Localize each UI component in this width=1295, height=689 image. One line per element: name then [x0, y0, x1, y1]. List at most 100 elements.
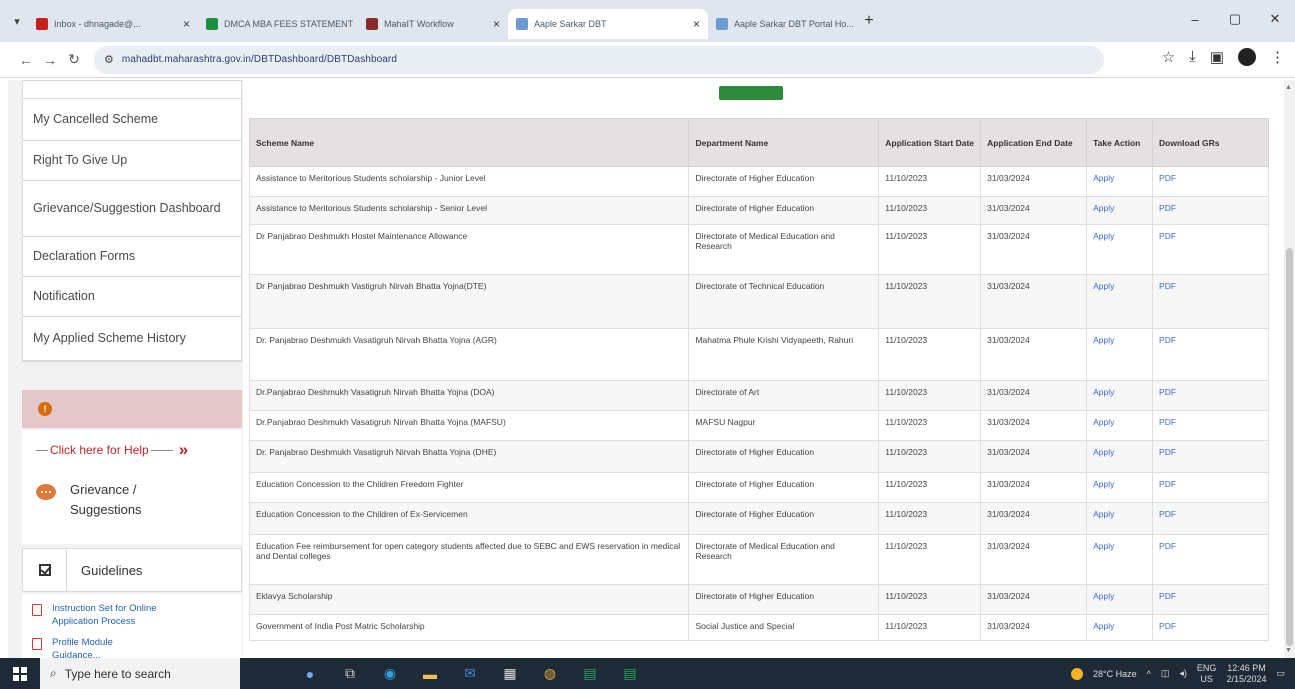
apply-link[interactable]: Apply	[1086, 196, 1154, 225]
page-scrollbar[interactable]: ▲ ▼	[1284, 80, 1295, 658]
url-input[interactable]: ⚙ mahadbt.maharashtra.gov.in/DBTDashboar…	[94, 45, 1104, 74]
store-icon[interactable]: ▦	[492, 661, 528, 687]
chrome-icon[interactable]: ◍	[532, 661, 568, 687]
start-button[interactable]	[0, 658, 40, 689]
minimize-button[interactable]: –	[1175, 6, 1215, 32]
department-name-cell: Directorate of Higher Education	[688, 472, 880, 503]
close-window-button[interactable]: ✕	[1255, 6, 1295, 32]
sidebar-item[interactable]: Declaration Forms	[23, 237, 241, 277]
start-date-cell: 11/10/2023	[878, 410, 982, 441]
browser-tab[interactable]: Aaple Sarkar DBT Portal Ho...×	[708, 9, 858, 39]
scrollbar-thumb[interactable]	[1286, 248, 1293, 646]
scheme-name-cell: Dr.Panjabrao Deshmukh Vasatigruh Nirvah …	[248, 410, 690, 441]
tab-close-icon[interactable]: ×	[693, 17, 700, 31]
profile-avatar-icon[interactable]	[1238, 48, 1256, 66]
new-tab-button[interactable]: +	[858, 12, 880, 30]
pdf-download-link[interactable]: PDF	[1152, 224, 1269, 275]
cortana-icon[interactable]: ●	[292, 661, 328, 687]
pdf-download-link[interactable]: PDF	[1152, 440, 1269, 473]
start-date-cell: 11/10/2023	[878, 328, 982, 381]
guideline-document-link[interactable]: Profile Module Guidance...	[22, 628, 242, 658]
tab-close-icon[interactable]: ×	[493, 17, 500, 31]
sidebar-item-partial[interactable]	[23, 81, 241, 99]
grievance-link[interactable]: Grievance / Suggestions	[36, 480, 170, 520]
apply-link[interactable]: Apply	[1086, 224, 1154, 275]
apply-link[interactable]: Apply	[1086, 274, 1154, 329]
scroll-up-arrow-icon[interactable]: ▲	[1285, 84, 1292, 91]
excel-icon-2[interactable]: ▤	[612, 661, 648, 687]
top-green-button[interactable]	[719, 86, 783, 100]
info-icon: !	[38, 402, 52, 416]
tray-chevron-up-icon[interactable]: ^	[1147, 669, 1151, 679]
pdf-download-link[interactable]: PDF	[1152, 196, 1269, 225]
edge-browser-icon[interactable]: ◉	[372, 661, 408, 687]
lang-text: ENG	[1196, 662, 1217, 673]
apply-link[interactable]: Apply	[1086, 534, 1154, 585]
language-indicator[interactable]: ENG US	[1197, 663, 1217, 685]
pdf-download-link[interactable]: PDF	[1152, 328, 1269, 381]
browser-tab[interactable]: MahaIT Workflow ×	[358, 9, 508, 39]
pdf-download-link[interactable]: PDF	[1152, 166, 1269, 197]
pdf-download-link[interactable]: PDF	[1152, 584, 1269, 615]
pdf-download-link[interactable]: PDF	[1152, 502, 1269, 535]
tab-search-icon[interactable]: ▾	[6, 10, 28, 32]
apply-link[interactable]: Apply	[1086, 328, 1154, 381]
sidepanel-icon[interactable]: ▣	[1210, 48, 1224, 66]
pdf-download-link[interactable]: PDF	[1152, 274, 1269, 329]
sidebar-item[interactable]: Notification	[23, 277, 241, 317]
table-row: Dr Panjabrao Deshmukh Vastigruh Nirvah B…	[248, 274, 1269, 329]
bookmark-star-icon[interactable]: ☆	[1162, 48, 1175, 66]
download-icon[interactable]: ⤓	[1189, 48, 1196, 66]
file-explorer-icon[interactable]: ▬	[412, 661, 448, 687]
excel-icon[interactable]: ▤	[572, 661, 608, 687]
sidebar-item[interactable]: Grievance/Suggestion Dashboard	[23, 181, 241, 237]
reload-icon[interactable]: ↻	[62, 51, 86, 68]
table-row: Assistance to Meritorious Students schol…	[248, 166, 1269, 197]
clock[interactable]: 12:46 PM 2/15/2024	[1226, 663, 1266, 685]
maximize-button[interactable]: ▢	[1215, 6, 1255, 32]
help-link[interactable]: Click here for Help »	[36, 440, 188, 460]
pdf-download-link[interactable]: PDF	[1152, 614, 1269, 641]
apply-link[interactable]: Apply	[1086, 410, 1154, 441]
network-icon[interactable]: ◫	[1161, 668, 1170, 679]
column-header: Department Name	[688, 118, 880, 167]
apply-link[interactable]: Apply	[1086, 614, 1154, 641]
notification-icon[interactable]: ▭	[1276, 668, 1285, 679]
apply-link[interactable]: Apply	[1086, 584, 1154, 615]
sidebar-item-label: My Applied Scheme History	[33, 331, 186, 345]
guideline-document-link[interactable]: Instruction Set for Online Application P…	[22, 594, 242, 628]
pdf-download-link[interactable]: PDF	[1152, 534, 1269, 585]
site-info-icon[interactable]: ⚙	[104, 53, 114, 66]
tab-favicon-icon	[516, 18, 528, 30]
end-date-cell: 31/03/2024	[980, 472, 1088, 503]
apply-link[interactable]: Apply	[1086, 502, 1154, 535]
forward-arrow-icon[interactable]: →	[38, 52, 62, 68]
scroll-down-arrow-icon[interactable]: ▼	[1285, 647, 1292, 654]
pdf-download-link[interactable]: PDF	[1152, 410, 1269, 441]
mail-icon[interactable]: ✉	[452, 661, 488, 687]
browser-tab[interactable]: Inbox - dhnagade@... ×	[28, 9, 198, 39]
apply-link[interactable]: Apply	[1086, 166, 1154, 197]
column-header: Application Start Date	[878, 118, 982, 167]
menu-kebab-icon[interactable]: ⋮	[1270, 48, 1285, 66]
pdf-download-link[interactable]: PDF	[1152, 472, 1269, 503]
apply-link[interactable]: Apply	[1086, 380, 1154, 411]
apply-link[interactable]: Apply	[1086, 440, 1154, 473]
back-arrow-icon[interactable]: ←	[14, 52, 38, 68]
help-box: Click here for Help » Grievance / Sugges…	[22, 430, 242, 544]
browser-tab[interactable]: Aaple Sarkar DBT ×	[508, 9, 708, 39]
weather-text[interactable]: 28°C Haze	[1093, 669, 1137, 679]
sidebar-item[interactable]: My Applied Scheme History	[23, 317, 241, 361]
guidelines-header[interactable]: Guidelines	[22, 548, 242, 592]
sidebar-item[interactable]: Right To Give Up	[23, 141, 241, 181]
browser-tab[interactable]: DMCA MBA FEES STATEMENT×	[198, 9, 358, 39]
taskbar-search-box[interactable]: ⌕ Type here to search	[40, 658, 240, 689]
tab-close-icon[interactable]: ×	[183, 17, 190, 31]
volume-icon[interactable]: ◂)	[1179, 668, 1187, 679]
windows-logo-icon	[13, 666, 27, 681]
apply-link[interactable]: Apply	[1086, 472, 1154, 503]
sidebar-item[interactable]: My Cancelled Scheme	[23, 99, 241, 141]
pdf-download-link[interactable]: PDF	[1152, 380, 1269, 411]
task-view-icon[interactable]: ⧉	[332, 661, 368, 687]
weather-sun-icon[interactable]	[1071, 667, 1084, 680]
